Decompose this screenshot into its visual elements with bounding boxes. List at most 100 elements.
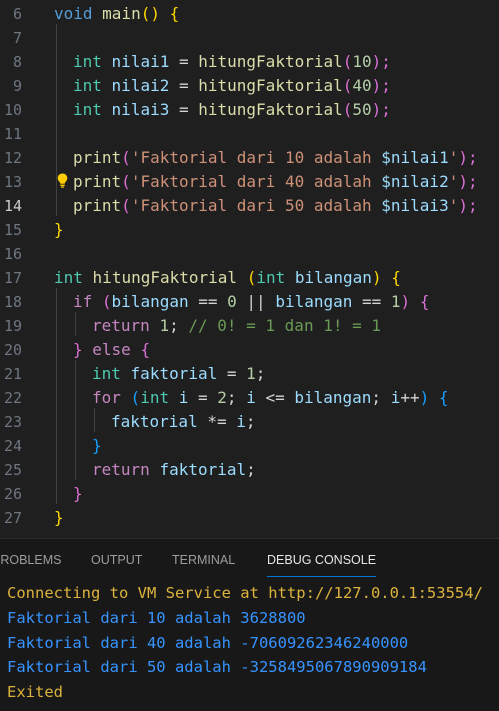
code-text[interactable]: return faktorial; <box>92 458 256 482</box>
code-line[interactable]: 6 void main() { <box>0 2 499 26</box>
code-text[interactable]: } <box>92 434 102 458</box>
paren: ) <box>400 292 411 311</box>
string: 'Faktorial dari 10 adalah <box>130 148 382 167</box>
line-number: 11 <box>3 125 22 143</box>
line-number: 16 <box>3 245 22 263</box>
code-line[interactable]: 21 int faktorial = 1; <box>0 362 499 386</box>
code-text[interactable]: if (bilangan == 0 || bilangan == 1) { <box>73 290 429 314</box>
paren-semicolon: ); <box>458 148 478 167</box>
function-name: hitungFaktorial <box>92 268 238 287</box>
code-text[interactable]: int faktorial = 1; <box>92 362 265 386</box>
code-line[interactable]: 18 if (bilangan == 0 || bilangan == 1) { <box>0 290 499 314</box>
brace: { <box>169 4 180 23</box>
code-line[interactable]: 25 return faktorial; <box>0 458 499 482</box>
code-text[interactable]: } else { <box>73 338 150 362</box>
code-line[interactable]: 17 int hitungFaktorial (int bilangan) { <box>0 266 499 290</box>
keyword-return: return <box>92 460 150 479</box>
semicolon: ; <box>246 460 256 479</box>
brace: { <box>140 340 151 359</box>
code-text[interactable]: int nilai3 = hitungFaktorial(50); <box>73 98 391 122</box>
type: int <box>73 52 102 71</box>
tab-terminal[interactable]: TERMINAL <box>172 539 235 579</box>
code-text[interactable]: print('Faktorial dari 50 adalah $nilai3'… <box>73 194 478 218</box>
code-line[interactable]: 19 return 1; // 0! = 1 dan 1! = 1 <box>0 314 499 338</box>
code-line[interactable]: 12 print('Faktorial dari 10 adalah $nila… <box>0 146 499 170</box>
keyword-else: else <box>92 340 131 359</box>
string-quote: ' <box>448 196 459 215</box>
paren: ( <box>246 268 257 287</box>
code-line[interactable]: 26 } <box>0 482 499 506</box>
paren-semicolon: ); <box>371 76 391 95</box>
code-line[interactable]: 13 print('Faktorial dari 40 adalah $nila… <box>0 170 499 194</box>
console-line-output: Faktorial dari 50 adalah -32584950678909… <box>7 658 427 676</box>
type: int <box>54 268 83 287</box>
code-text[interactable]: return 1; // 0! = 1 dan 1! = 1 <box>92 314 381 338</box>
paren: ( <box>140 4 151 23</box>
number: 1 <box>390 292 401 311</box>
paren-semicolon: ); <box>371 100 391 119</box>
operator: <= <box>255 388 295 407</box>
code-text[interactable]: } <box>73 482 83 506</box>
code-text[interactable]: void main() { <box>54 2 179 26</box>
paren: ) <box>150 4 160 23</box>
type: int <box>140 388 170 407</box>
lightbulb-icon[interactable] <box>57 173 68 188</box>
line-number: 9 <box>12 77 22 95</box>
variable: faktorial <box>159 460 247 479</box>
code-text[interactable]: int hitungFaktorial (int bilangan) { <box>54 266 401 290</box>
line-number: 26 <box>3 485 22 503</box>
operator: == <box>188 292 228 311</box>
line-number: 25 <box>3 461 22 479</box>
console-line-output: Faktorial dari 10 adalah 3628800 <box>7 609 306 627</box>
variable: i <box>246 388 256 407</box>
line-number: 13 <box>3 173 22 191</box>
paren: ) <box>419 388 430 407</box>
code-text[interactable]: for (int i = 2; i <= bilangan; i++) { <box>92 386 449 410</box>
code-text[interactable]: } <box>54 218 64 242</box>
variable: nilai3 <box>111 100 170 119</box>
tab-problems[interactable]: PROBLEMS <box>0 539 61 579</box>
code-text[interactable]: print('Faktorial dari 10 adalah $nilai1'… <box>73 146 478 170</box>
tab-debug-console[interactable]: DEBUG CONSOLE <box>267 539 377 579</box>
code-text[interactable]: print('Faktorial dari 40 adalah $nilai2'… <box>73 170 478 194</box>
code-text[interactable]: faktorial *= i; <box>111 410 256 434</box>
variable: faktorial <box>130 364 218 383</box>
paren: ( <box>121 196 131 215</box>
line-number: 21 <box>3 365 22 383</box>
variable: nilai2 <box>111 76 170 95</box>
code-line-current[interactable]: 14 print('Faktorial dari 50 adalah $nila… <box>0 194 499 218</box>
code-editor[interactable]: 6 void main() { 7 8 int nilai1 = hitungF… <box>0 0 499 538</box>
code-line[interactable]: 20 } else { <box>0 338 499 362</box>
code-text[interactable]: } <box>54 506 64 530</box>
code-line[interactable]: 23 faktorial *= i; <box>0 410 499 434</box>
code-line[interactable]: 27 } <box>0 506 499 530</box>
code-line[interactable]: 8 int nilai1 = hitungFaktorial(10); <box>0 50 499 74</box>
code-line[interactable]: 11 <box>0 122 499 146</box>
tab-output[interactable]: OUTPUT <box>91 539 142 579</box>
semicolon: ; <box>245 412 256 431</box>
code-line[interactable]: 10 int nilai3 = hitungFaktorial(50); <box>0 98 499 122</box>
semicolon: ; <box>371 388 391 407</box>
variable: bilangan <box>275 292 353 311</box>
code-line[interactable]: 16 <box>0 242 499 266</box>
keyword-for: for <box>92 388 121 407</box>
code-line[interactable]: 7 <box>0 26 499 50</box>
operator: = <box>169 100 199 119</box>
code-line[interactable]: 9 int nilai2 = hitungFaktorial(40); <box>0 74 499 98</box>
code-text[interactable]: int nilai2 = hitungFaktorial(40); <box>73 74 391 98</box>
panel-tabs: PROBLEMS OUTPUT TERMINAL DEBUG CONSOLE <box>0 539 499 579</box>
line-number: 8 <box>12 53 22 71</box>
code-line[interactable]: 15 } <box>0 218 499 242</box>
number: 40 <box>352 76 372 95</box>
code-line[interactable]: 24 } <box>0 434 499 458</box>
type: int <box>73 76 102 95</box>
code-text[interactable]: int nilai1 = hitungFaktorial(10); <box>73 50 391 74</box>
line-number: 12 <box>3 149 22 167</box>
code-line[interactable]: 22 for (int i = 2; i <= bilangan; i++) { <box>0 386 499 410</box>
parameter: bilangan <box>294 268 372 287</box>
line-number: 20 <box>3 341 22 359</box>
